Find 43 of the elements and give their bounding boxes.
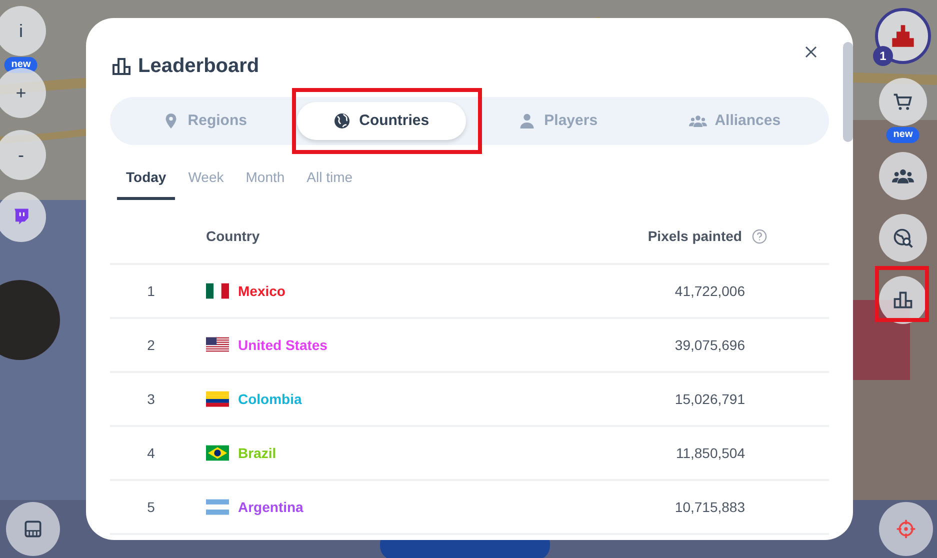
pixel-count-cell-text: 11,850,504 <box>676 444 745 462</box>
person-icon <box>518 112 536 130</box>
rank-cell-text: 1 <box>146 282 156 300</box>
tab[interactable]: Alliances <box>650 102 819 140</box>
crosshair-icon <box>895 518 917 540</box>
tab[interactable]: Players <box>474 102 642 140</box>
cart-icon <box>892 91 914 113</box>
period-tab[interactable]: Week <box>179 167 233 200</box>
scrollbar-thumb[interactable] <box>843 42 853 142</box>
close-icon <box>803 44 819 60</box>
period-tab[interactable]: Today <box>117 167 176 200</box>
close-button[interactable] <box>803 44 819 60</box>
palette-icon <box>22 518 44 540</box>
dialog-title: Leaderboard <box>138 54 260 79</box>
country-link[interactable]: United States <box>238 334 328 356</box>
flag-icon <box>206 499 229 515</box>
flag-icon <box>206 337 229 353</box>
flag-icon <box>206 445 229 461</box>
globe-icon <box>333 112 352 130</box>
pixel-count-cell-text: 10,715,883 <box>674 498 745 516</box>
tab[interactable]: Regions <box>120 102 289 140</box>
bar-chart-icon <box>111 56 132 76</box>
pixel-count-cell-text: 15,026,791 <box>674 390 745 408</box>
flag-icon <box>206 391 229 407</box>
globe-search-icon <box>892 227 914 249</box>
bar-chart-icon <box>892 289 914 311</box>
period-tab[interactable]: Month <box>236 167 294 200</box>
rank-cell-text: 2 <box>146 336 156 354</box>
country-link[interactable]: Brazil <box>238 442 276 464</box>
rank-cell-text: 5 <box>146 498 156 516</box>
pixel-count-cell-text: 41,722,006 <box>674 282 745 300</box>
country-link[interactable]: Mexico <box>238 280 286 302</box>
country-link[interactable]: Colombia <box>238 388 302 410</box>
rank-cell-text: 4 <box>146 444 156 462</box>
country-link[interactable]: Argentina <box>238 496 304 518</box>
period-tab[interactable]: All time <box>298 167 362 200</box>
tab[interactable]: Countries <box>296 102 466 140</box>
column-header: Pixels painted <box>648 226 742 246</box>
flag-icon <box>206 283 229 299</box>
rank-cell-text: 3 <box>146 390 156 408</box>
pixel-avatar-icon <box>889 23 917 49</box>
pixel-count-cell-text: 39,075,696 <box>674 336 745 354</box>
column-header: Country <box>206 226 261 246</box>
